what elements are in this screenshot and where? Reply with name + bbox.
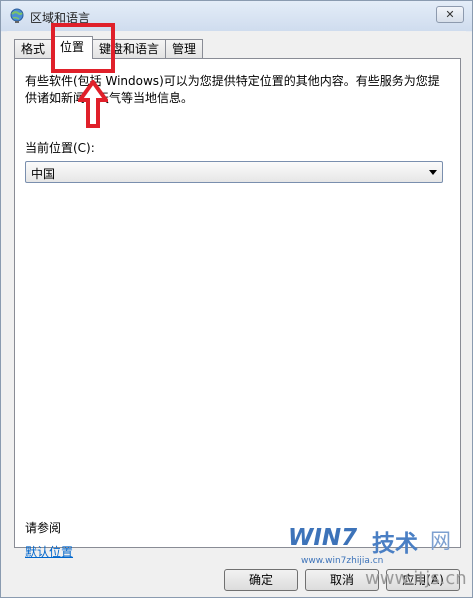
watermark-brand-wang: 网: [430, 529, 451, 553]
location-tab-panel: 有些软件(包括 Windows)可以为您提供特定位置的其他内容。有些服务为您提供…: [14, 58, 461, 559]
globe-icon: [10, 8, 24, 23]
annotation-highlight-box: [51, 23, 115, 73]
watermark-url-secondary: www.itjs.cn: [365, 568, 467, 589]
close-button[interactable]: ✕: [436, 6, 464, 23]
ok-button[interactable]: 确定: [224, 569, 298, 591]
current-location-select[interactable]: 中国: [25, 161, 443, 183]
current-location-value: 中国: [31, 167, 56, 181]
dialog-client-area: 格式 位置 键盘和语言 管理 有些软件(包括 Windows)可以为您提供特定位…: [7, 31, 466, 591]
default-location-link[interactable]: 默认位置: [25, 543, 73, 560]
annotation-arrow-up-icon: [78, 80, 108, 128]
region-language-dialog: 区域和语言 ✕ 格式 位置 键盘和语言 管理 有些软件(包括 Windows)可…: [0, 0, 473, 598]
tab-administrative[interactable]: 管理: [165, 39, 204, 58]
close-icon: ✕: [445, 8, 455, 21]
tab-formats[interactable]: 格式: [14, 39, 53, 58]
see-also-label: 请参阅: [25, 521, 62, 535]
chevron-down-icon: [429, 170, 437, 175]
watermark-brand-win7: WIN7: [288, 525, 358, 551]
watermark-brand-jishu: 技术: [372, 531, 418, 557]
current-location-label: 当前位置(C):: [25, 141, 95, 155]
watermark-logo: WIN7 技术 网 www.win7zhijia.cn www.itjs.cn: [288, 525, 470, 597]
watermark-url-primary: www.win7zhijia.cn: [301, 556, 384, 566]
